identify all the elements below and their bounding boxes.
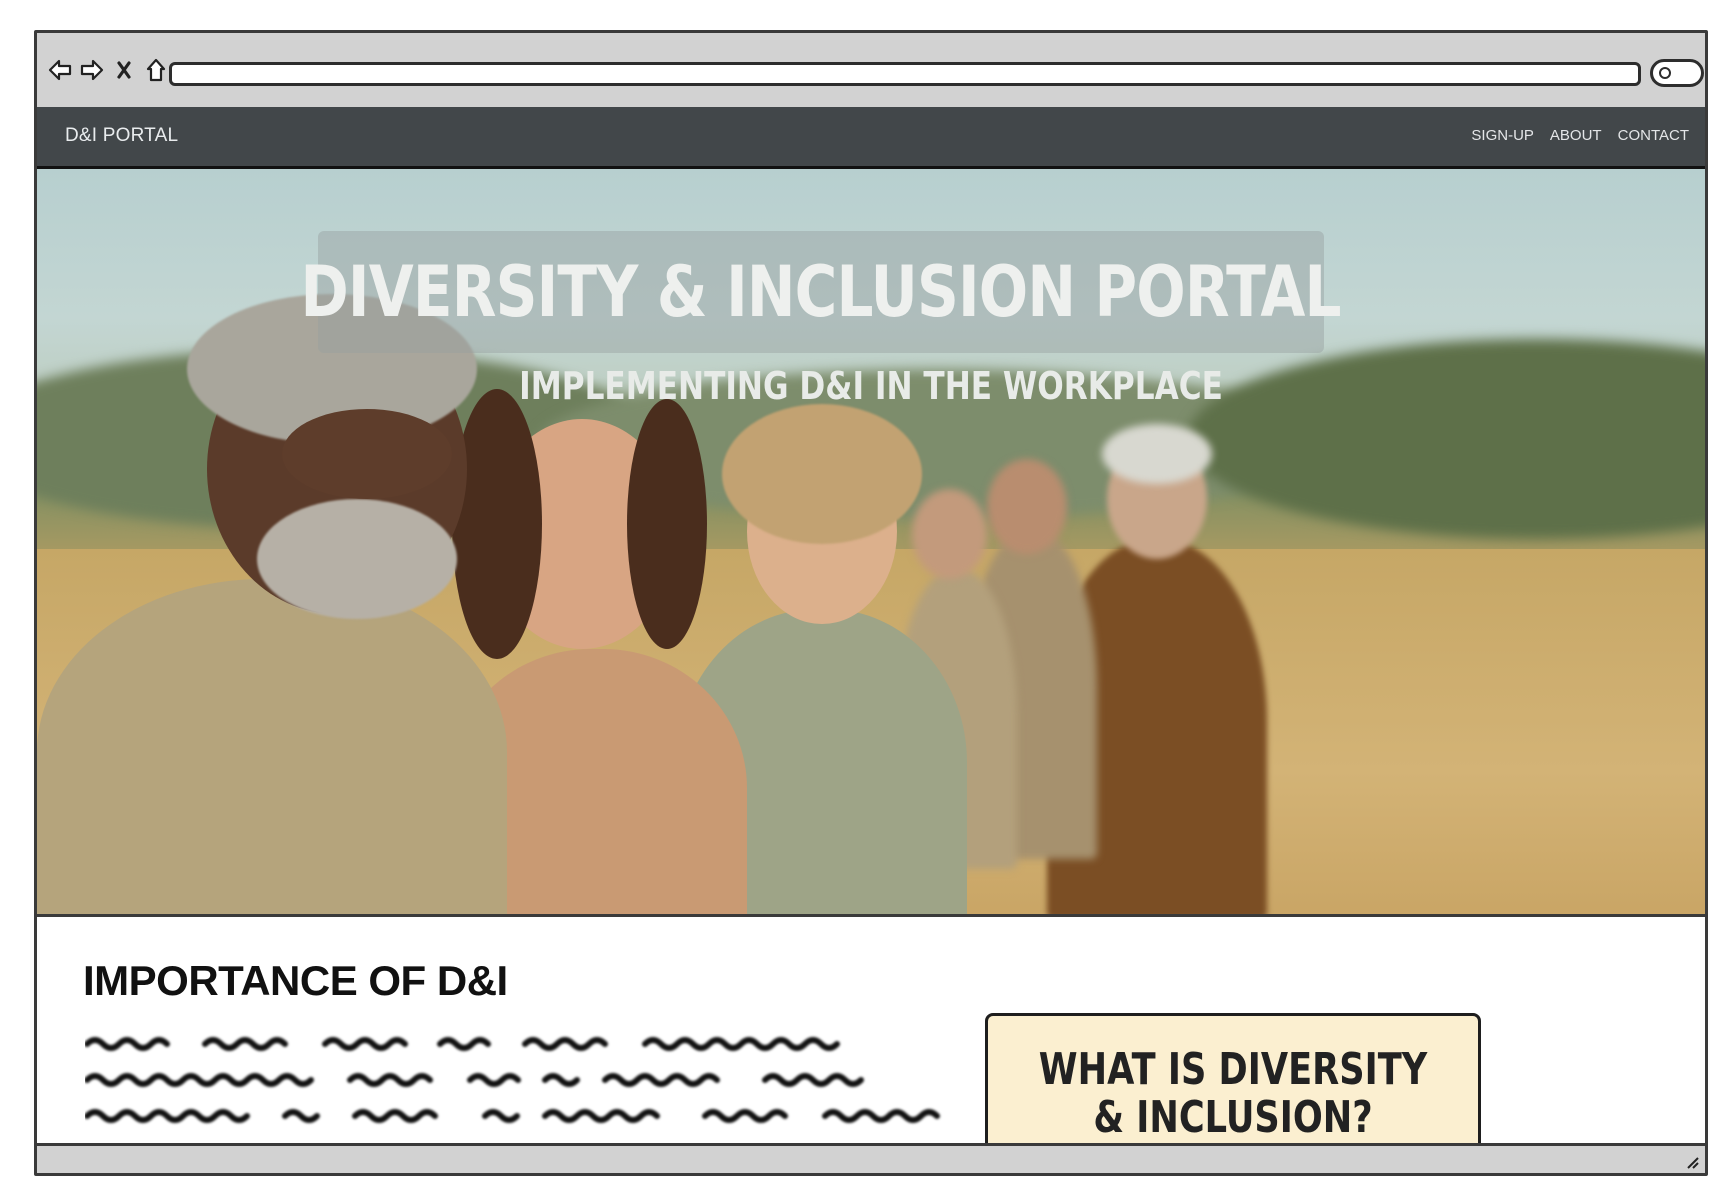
hero-title-box: DIVERSITY & INCLUSION PORTAL [301,231,1342,353]
hero-banner: DIVERSITY & INCLUSION PORTAL IMPLEMENTIN… [37,169,1705,917]
brand-logo[interactable]: D&I PORTAL [65,125,178,147]
resize-grip-icon[interactable] [1685,1155,1699,1169]
nav-link-contact[interactable]: CONTACT [1618,127,1689,144]
browser-nav-buttons [47,55,169,85]
site-navbar: D&I PORTAL SIGN-UP ABOUT CONTACT [37,107,1705,169]
page-viewport: D&I PORTAL SIGN-UP ABOUT CONTACT DIVERSI… [37,107,1705,1149]
browser-window: D&I PORTAL SIGN-UP ABOUT CONTACT DIVERSI… [34,30,1708,1176]
callout-title: WHAT IS DIVERSITY & INCLUSION? [1038,1044,1428,1143]
nav-link-about[interactable]: ABOUT [1550,127,1602,144]
address-bar[interactable] [169,62,1641,86]
hero-title: DIVERSITY & INCLUSION PORTAL [300,251,1342,333]
section-title: IMPORTANCE OF D&I [83,957,508,1004]
nav-links: SIGN-UP ABOUT CONTACT [1471,127,1689,144]
forward-arrow-icon[interactable] [79,56,105,84]
browser-toolbar [37,33,1705,110]
search-icon[interactable] [1650,59,1704,87]
main-content: IMPORTANCE OF D&I WHAT IS DIVERSITY & IN… [37,917,1705,1149]
placeholder-text-line [85,1037,840,1051]
placeholder-text-line [85,1073,864,1087]
hero-subtitle: IMPLEMENTING D&I IN THE WORKPLACE [519,364,1223,408]
back-arrow-icon[interactable] [47,56,73,84]
close-icon[interactable] [111,56,137,84]
callout-card: WHAT IS DIVERSITY & INCLUSION? [985,1013,1481,1149]
placeholder-text-line [85,1109,940,1123]
nav-link-signup[interactable]: SIGN-UP [1471,127,1534,144]
browser-status-bar [37,1143,1705,1173]
home-icon[interactable] [143,56,169,84]
